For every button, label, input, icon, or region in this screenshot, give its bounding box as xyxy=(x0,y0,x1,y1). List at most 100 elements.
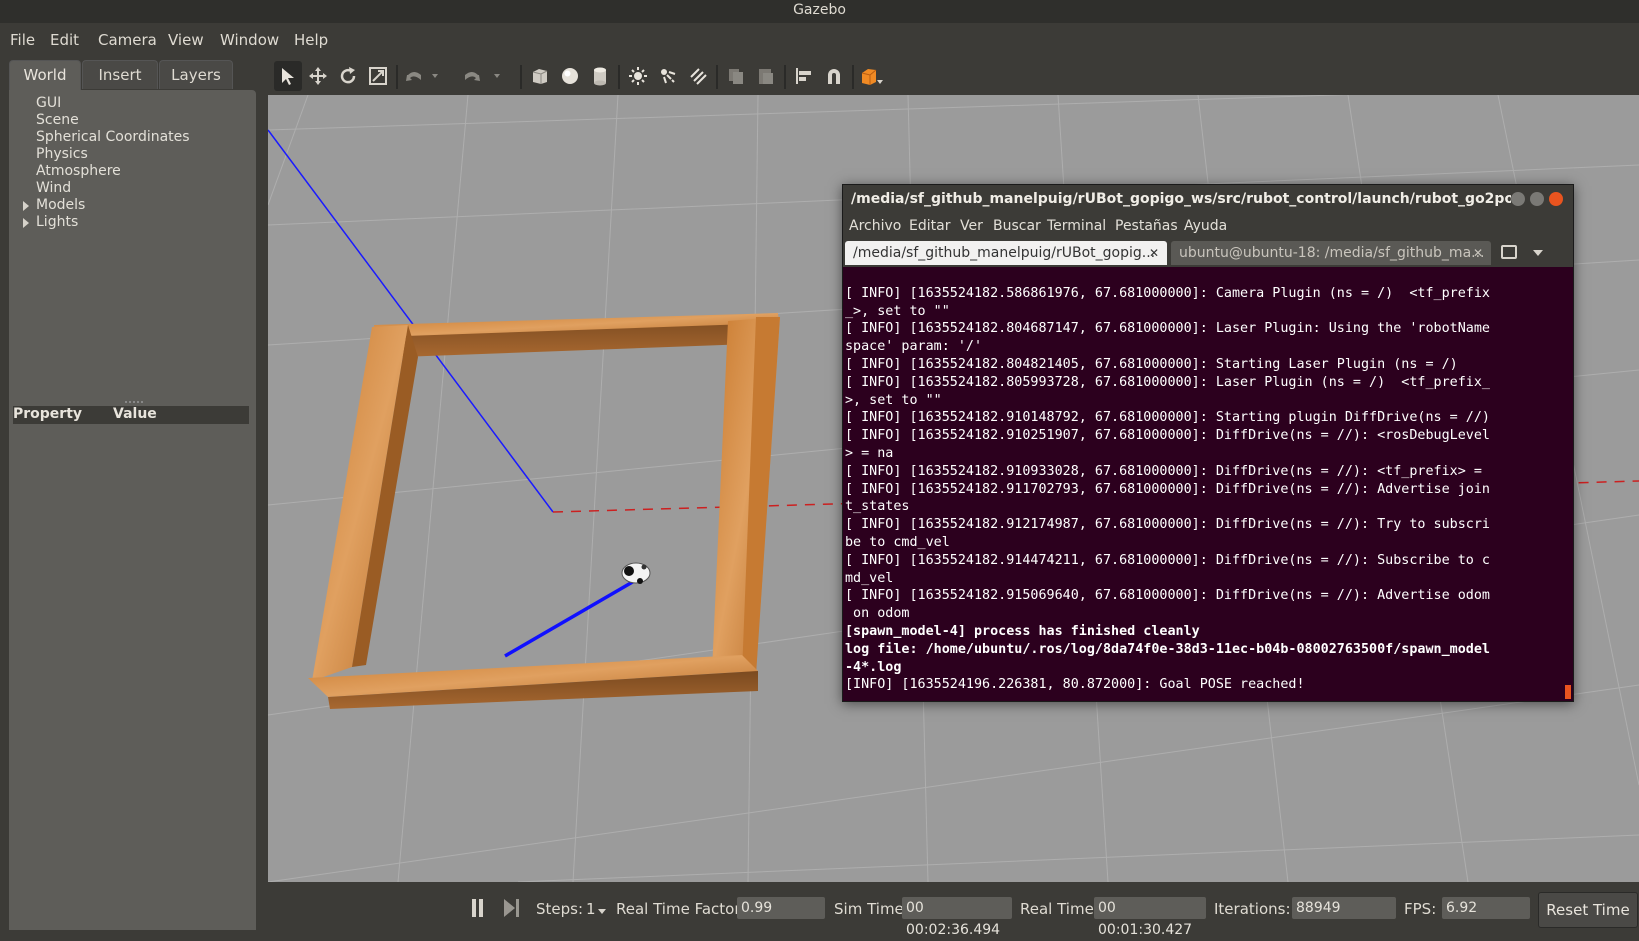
terminal-titlebar[interactable]: /media/sf_github_manelpuig/rUBot_gopigo_… xyxy=(843,185,1573,213)
tree-item-spherical-coordinates[interactable]: Spherical Coordinates xyxy=(36,129,190,145)
window-titlebar: Gazebo xyxy=(0,0,1639,23)
terminal-menu-buscar[interactable]: Buscar xyxy=(993,218,1041,234)
snap-icon[interactable] xyxy=(820,61,848,91)
terminal-line: [ INFO] [1635524182.586861976, 67.681000… xyxy=(845,285,1490,301)
terminal-line-goal: [INFO] [1635524196.226381, 80.872000]: G… xyxy=(845,677,1305,693)
scale-icon[interactable] xyxy=(364,61,392,91)
terminal-menu-terminal[interactable]: Terminal xyxy=(1047,218,1106,234)
terminal-line: [ INFO] [1635524182.910148792, 67.681000… xyxy=(845,410,1490,426)
tree-item-models[interactable]: Models xyxy=(36,197,85,213)
reset-time-button[interactable]: Reset Time xyxy=(1538,892,1638,928)
terminal-menu-archivo[interactable]: Archivo xyxy=(849,218,901,234)
terminal-line: [ INFO] [1635524182.910251907, 67.681000… xyxy=(845,428,1490,444)
sphere-icon[interactable] xyxy=(556,61,584,91)
menu-view[interactable]: View xyxy=(168,31,204,49)
pause-icon[interactable] xyxy=(470,899,484,917)
tree-item-scene[interactable]: Scene xyxy=(36,112,79,128)
menu-window[interactable]: Window xyxy=(220,31,279,49)
terminal-tab-1[interactable]: /media/sf_github_manelpuig/rUBot_gopig..… xyxy=(845,241,1167,265)
expand-arrow-icon[interactable] xyxy=(23,201,29,211)
real-time-factor-field: 0.99 xyxy=(737,897,825,919)
toolbar-separator xyxy=(520,65,522,89)
property-column-header: Property xyxy=(13,406,83,422)
iterations-label: Iterations: xyxy=(1214,900,1291,918)
rotate-icon[interactable] xyxy=(334,61,362,91)
terminal-line: > = na xyxy=(845,445,894,461)
terminal-cursor xyxy=(1565,685,1571,699)
select-arrow-icon[interactable] xyxy=(274,61,302,91)
toolbar-separator xyxy=(784,65,786,89)
terminal-line: [ INFO] [1635524182.914474211, 67.681000… xyxy=(845,552,1490,568)
left-panel: World Insert Layers GUI Scene Spherical … xyxy=(0,57,262,936)
steps-value[interactable]: 1 xyxy=(586,900,596,918)
toolbar xyxy=(268,57,1639,95)
view-angle-icon[interactable] xyxy=(858,61,886,91)
align-icon[interactable] xyxy=(790,61,818,91)
toolbar-separator xyxy=(852,65,854,89)
terminal-menu-ver[interactable]: Ver xyxy=(960,218,983,234)
point-light-icon[interactable] xyxy=(624,61,652,91)
steps-dropdown-icon[interactable] xyxy=(598,909,606,914)
expand-arrow-icon[interactable] xyxy=(23,218,29,228)
cylinder-icon[interactable] xyxy=(586,61,614,91)
menu-camera[interactable]: Camera xyxy=(98,31,157,49)
terminal-window[interactable]: /media/sf_github_manelpuig/rUBot_gopigo_… xyxy=(842,184,1574,702)
new-tab-icon[interactable] xyxy=(1501,245,1517,259)
directional-light-icon[interactable] xyxy=(684,61,712,91)
sim-time-label: Sim Time: xyxy=(834,900,909,918)
step-icon[interactable] xyxy=(504,899,520,917)
box-icon[interactable] xyxy=(526,61,554,91)
tab-menu-dropdown-icon[interactable] xyxy=(1533,250,1543,256)
terminal-line: [ INFO] [1635524182.912174987, 67.681000… xyxy=(845,517,1490,533)
redo-icon[interactable] xyxy=(458,61,486,91)
menu-help[interactable]: Help xyxy=(294,31,328,49)
paste-icon[interactable] xyxy=(752,61,780,91)
close-icon[interactable]: ✕ xyxy=(1149,241,1159,265)
tab-insert[interactable]: Insert xyxy=(82,60,158,89)
terminal-title: /media/sf_github_manelpuig/rUBot_gopigo_… xyxy=(851,191,1511,207)
maximize-icon[interactable] xyxy=(1530,192,1544,206)
tree-item-wind[interactable]: Wind xyxy=(36,180,71,196)
terminal-menu-editar[interactable]: Editar xyxy=(909,218,950,234)
world-tree: GUI Scene Spherical Coordinates Physics … xyxy=(9,90,256,930)
undo-icon[interactable] xyxy=(400,61,428,91)
terminal-line: [ INFO] [1635524182.910933028, 67.681000… xyxy=(845,463,1482,479)
translate-icon[interactable] xyxy=(304,61,332,91)
spot-light-icon[interactable] xyxy=(654,61,682,91)
terminal-line-bold: -4*.log xyxy=(845,659,902,675)
terminal-line: [ INFO] [1635524182.911702793, 67.681000… xyxy=(845,481,1490,497)
terminal-tab-2-label: ubuntu@ubuntu-18: /media/sf_github_ma... xyxy=(1179,245,1485,261)
tree-item-gui[interactable]: GUI xyxy=(36,95,61,111)
menu-file[interactable]: File xyxy=(10,31,35,49)
tree-item-physics[interactable]: Physics xyxy=(36,146,88,162)
window-title: Gazebo xyxy=(793,2,846,18)
splitter-handle[interactable] xyxy=(125,401,143,405)
fps-field: 6.92 xyxy=(1442,897,1530,919)
undo-dropdown-icon[interactable] xyxy=(428,61,442,91)
copy-icon[interactable] xyxy=(722,61,750,91)
close-icon[interactable]: ✕ xyxy=(1473,241,1483,265)
close-icon[interactable] xyxy=(1549,192,1563,206)
property-header: Property Value xyxy=(13,406,249,424)
terminal-menu-ayuda[interactable]: Ayuda xyxy=(1184,218,1227,234)
tree-item-atmosphere[interactable]: Atmosphere xyxy=(36,163,121,179)
tree-item-lights[interactable]: Lights xyxy=(36,214,78,230)
tab-layers[interactable]: Layers xyxy=(159,60,233,89)
tab-world[interactable]: World xyxy=(9,60,81,91)
toolbar-separator xyxy=(618,65,620,89)
redo-dropdown-icon[interactable] xyxy=(490,61,504,91)
toolbar-separator xyxy=(716,65,718,89)
simulation-status-bar: Steps: 1 Real Time Factor: 0.99 Sim Time… xyxy=(268,882,1639,938)
sim-time-field: 00 00:02:36.494 xyxy=(902,897,1012,938)
minimize-icon[interactable] xyxy=(1511,192,1525,206)
real-time-factor-label: Real Time Factor: xyxy=(616,900,746,918)
terminal-output[interactable]: [ INFO] [1635524182.586861976, 67.681000… xyxy=(843,267,1573,701)
terminal-menu-pestanas[interactable]: Pestañas xyxy=(1115,218,1178,234)
fps-label: FPS: xyxy=(1404,900,1437,918)
real-time-field: 00 00:01:30.427 xyxy=(1094,897,1206,938)
terminal-tab-2[interactable]: ubuntu@ubuntu-18: /media/sf_github_ma...… xyxy=(1171,241,1491,265)
real-time-label: Real Time: xyxy=(1020,900,1099,918)
terminal-line: [ INFO] [1635524182.915069640, 67.681000… xyxy=(845,588,1490,604)
menu-edit[interactable]: Edit xyxy=(50,31,79,49)
terminal-line: [ INFO] [1635524182.805993728, 67.681000… xyxy=(845,374,1490,390)
